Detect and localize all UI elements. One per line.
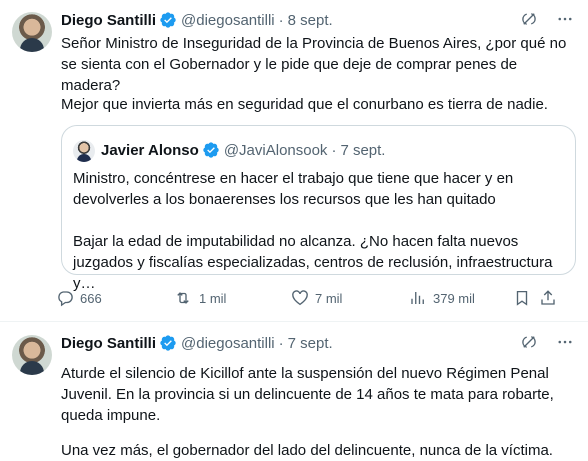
tweet-text: Señor Ministro de Inseguridad de la Prov… <box>61 35 567 94</box>
author-handle[interactable]: @diegosantilli <box>181 12 275 29</box>
tweet-header: Diego Santilli @diegosantilli · 8 sept. <box>61 10 333 30</box>
tweet-date[interactable]: 7 sept. <box>288 335 333 352</box>
grok-icon[interactable] <box>520 10 538 28</box>
separator-dot: · <box>331 141 337 159</box>
verified-badge-icon <box>159 334 177 352</box>
share-button[interactable] <box>539 289 557 307</box>
verified-badge-icon <box>202 141 220 159</box>
repost-icon <box>173 289 193 307</box>
tweet[interactable]: Diego Santilli @diegosantilli · 8 sept. … <box>0 0 588 322</box>
quoted-tweet-text: Bajar la edad de imputabilidad no alcanz… <box>73 233 553 292</box>
separator-dot: · <box>278 334 284 352</box>
bookmark-button[interactable] <box>513 289 531 307</box>
like-count: 7 mil <box>315 290 343 306</box>
tweet-date[interactable]: 8 sept. <box>288 12 333 29</box>
tweet-text: Mejor que invierta más en seguridad que … <box>61 96 548 113</box>
like-icon <box>291 289 309 307</box>
repost-count: 1 mil <box>199 290 227 306</box>
tweet-actions: 666 1 mil 7 mil 379 mil <box>56 289 576 311</box>
author-name[interactable]: Diego Santilli <box>61 335 156 352</box>
separator-dot: · <box>278 11 284 29</box>
author-handle: @JaviAlonsook <box>223 141 328 159</box>
author-handle[interactable]: @diegosantilli <box>181 335 275 352</box>
tweet-top-actions <box>520 333 574 351</box>
share-icon <box>539 289 557 307</box>
avatar[interactable] <box>12 12 52 52</box>
quoted-tweet[interactable]: Javier Alonso @JaviAlonsook · 7 sept. Mi… <box>61 125 576 292</box>
views-icon <box>409 289 427 307</box>
avatar[interactable] <box>73 140 95 162</box>
like-button[interactable]: 7 mil <box>291 289 342 307</box>
tweet-text: Aturde el silencio de Kicillof ante la s… <box>61 365 554 424</box>
reply-icon <box>56 289 74 307</box>
grok-icon[interactable] <box>520 333 538 351</box>
tweet-top-actions <box>520 10 574 28</box>
reply-count: 666 <box>80 290 102 306</box>
more-icon[interactable] <box>556 333 574 351</box>
bookmark-icon <box>513 289 531 307</box>
tweet-text: Una vez más, el gobernador del lado del … <box>61 442 553 459</box>
reply-button[interactable]: 666 <box>56 289 102 307</box>
more-icon[interactable] <box>556 10 574 28</box>
author-name: Javier Alonso <box>101 141 199 159</box>
tweet-header: Diego Santilli @diegosantilli · 7 sept. <box>61 333 333 353</box>
quoted-tweet-text: Ministro, concéntrese en hacer el trabaj… <box>73 170 514 208</box>
author-name[interactable]: Diego Santilli <box>61 12 156 29</box>
repost-button[interactable]: 1 mil <box>173 289 226 307</box>
views-button[interactable]: 379 mil <box>409 289 475 307</box>
verified-badge-icon <box>159 11 177 29</box>
avatar[interactable] <box>12 335 52 375</box>
views-count: 379 mil <box>433 290 475 306</box>
tweet-date: 7 sept. <box>340 141 386 159</box>
quoted-tweet-header: Javier Alonso @JaviAlonsook · 7 sept. <box>101 141 385 159</box>
